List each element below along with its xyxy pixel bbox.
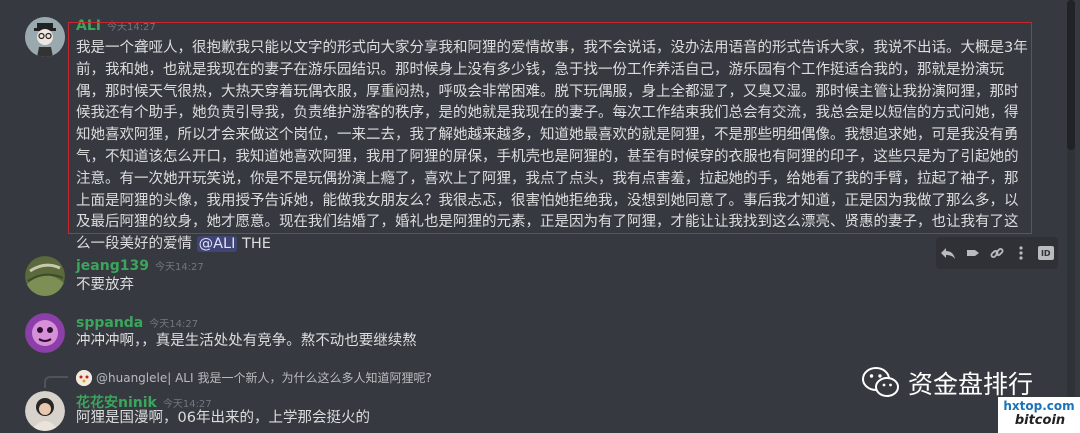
watermark-text: 资金盘排行: [908, 370, 1034, 399]
reply-preview[interactable]: @huanglele| ALI 我是一个新人，为什么这么多人知道阿狸呢?: [76, 369, 432, 386]
author-name[interactable]: sppanda 今天14:27: [76, 315, 198, 331]
timestamp: 今天14:27: [154, 262, 204, 273]
message-toolbar: ID: [936, 237, 1058, 269]
message-line: 候我还有个助手，她负责引导我，负责维护游客的秩序，是的她就是我现在的妻子。每次工…: [76, 105, 1019, 122]
avatar[interactable]: [25, 256, 65, 296]
author-name-text[interactable]: sppanda: [76, 315, 143, 331]
scrollbar-thumb[interactable]: [1067, 0, 1075, 150]
message-body: 阿狸是国漫啊，06年出来的，上学那会挺火的: [76, 410, 370, 426]
id-icon[interactable]: ID: [1036, 243, 1056, 263]
avatar[interactable]: [25, 313, 65, 353]
author-name[interactable]: jeang139 今天14:27: [76, 258, 204, 274]
reply-connector: [44, 376, 68, 388]
reply-text: 我是一个新人，为什么这么多人知道阿狸呢?: [197, 371, 432, 385]
message-line: 上面是阿狸的头像，我用授予告诉她，能做我女朋友么？我很忐忑，很害怕她拒绝我，没想…: [76, 192, 1019, 209]
message-line: 注意。有一次她开玩笑说，你是不是玩偶扮演上瘾了，喜欢上了阿狸，我点了点头，我有点…: [76, 170, 1019, 187]
reply-avatar-icon: [76, 369, 92, 386]
message-line: 我是一个聋哑人，很抱歉我只能以文字的形式向大家分享我和阿狸的爱情故事，我不会说话…: [76, 40, 1028, 56]
reply-icon[interactable]: [938, 243, 958, 263]
message-line-last: 么一段美好的爱情 @ALI THE: [76, 234, 1028, 256]
forward-icon[interactable]: [963, 243, 983, 263]
link-icon[interactable]: [987, 243, 1007, 263]
message-body: 我是一个聋哑人，很抱歉我只能以文字的形式向大家分享我和阿狸的爱情故事，我不会说话…: [76, 38, 1028, 256]
message-line: 么一段美好的爱情: [76, 236, 192, 253]
wechat-icon: [862, 366, 900, 400]
site-brand: bitcoin: [1014, 413, 1066, 428]
message-body: 不要放弃: [76, 277, 134, 293]
message-body: 冲冲冲啊，，真是生活处处有竞争。熬不动也要继续熬: [76, 333, 417, 349]
message-line: 及最后阿狸的纹身，她才愿意。现在我们结婚了，婚礼也是阿狸的元素，正是因为有了阿狸…: [76, 214, 1019, 231]
more-icon[interactable]: [1011, 243, 1031, 263]
watermark: 资金盘排行: [862, 365, 1033, 401]
author-name-text[interactable]: jeang139: [76, 258, 149, 274]
avatar[interactable]: [25, 391, 65, 431]
timestamp: 今天14:27: [149, 319, 199, 330]
mention[interactable]: @ALI: [196, 236, 238, 253]
avatar[interactable]: [25, 17, 65, 57]
message-line: 知她喜欢阿狸，所以才会来做这个岗位，一来二去，我了解她越来越多，知道她最喜欢的就…: [76, 127, 1019, 144]
message-line: 气，不知道该怎么开口，我知道她喜欢阿狸，我用了阿狸的屏保，手机壳也是阿狸的，甚至…: [76, 148, 1019, 165]
reply-name[interactable]: @huanglele| ALI: [96, 371, 194, 385]
message-line: 偶，那时候天气很热，大热天穿着玩偶衣服，厚重闷热，呼吸会非常困难。脱下玩偶服，身…: [76, 83, 1019, 100]
trailing-text: THE: [242, 236, 271, 253]
site-watermark: hxtop.com bitcoin: [998, 397, 1080, 433]
id-label: ID: [1037, 246, 1054, 260]
site-url: hxtop.com: [1003, 399, 1075, 413]
message-line: 前，我和她，也就是我现在的妻子在游乐园结识。那时候身上没有多少钱，急于找一份工作…: [76, 61, 1004, 78]
